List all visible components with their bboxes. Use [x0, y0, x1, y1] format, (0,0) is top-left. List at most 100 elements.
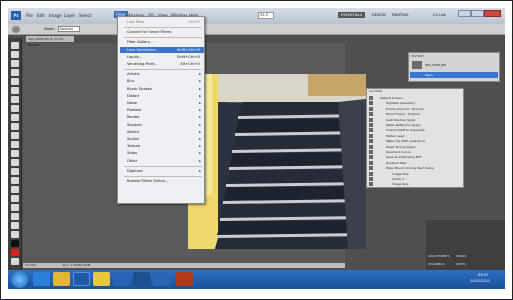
3d-rotate-tool-icon[interactable] — [11, 204, 19, 211]
clone-stamp-tool-icon[interactable] — [11, 114, 19, 121]
action-toggle-icon[interactable] — [369, 117, 373, 122]
shape-tool-icon[interactable] — [11, 195, 19, 202]
start-button[interactable] — [11, 271, 28, 288]
eraser-tool-icon[interactable] — [11, 132, 19, 139]
zoom-tool-icon[interactable] — [11, 231, 19, 238]
action-toggle-icon[interactable] — [369, 144, 373, 149]
action-toggle-icon[interactable] — [369, 106, 373, 111]
history-snapshot[interactable]: IMG_0908.JPG — [425, 63, 446, 67]
action-toggle-icon[interactable] — [369, 177, 373, 181]
action-toggle-icon[interactable] — [369, 155, 373, 160]
workspace-painting[interactable]: PAINTING — [392, 13, 408, 17]
quick-select-tool-icon[interactable] — [11, 69, 19, 76]
filter-menu-item[interactable]: Distort ▸ — [120, 93, 204, 99]
filter-menu-item[interactable]: Blur ▸ — [120, 78, 204, 84]
filter-menu-item[interactable]: Other ▸ — [120, 158, 204, 164]
gradient-tool-icon[interactable] — [11, 141, 19, 148]
tab-adjustments[interactable]: ADJUSTMENTS — [428, 254, 450, 258]
dodge-tool-icon[interactable] — [11, 159, 19, 166]
filter-menu-item[interactable]: Liquify... Shift+Ctrl+X — [120, 54, 204, 60]
action-row[interactable]: Image Size — [369, 181, 409, 187]
background-color-tool-icon[interactable] — [11, 249, 19, 256]
menu-edit[interactable]: Edit — [37, 13, 45, 18]
filter-menu-item[interactable]: Lens Correction... Shift+Ctrl+R — [120, 46, 204, 53]
word-icon[interactable] — [133, 272, 150, 286]
workspace-essentials[interactable]: ESSENTIALS — [338, 12, 366, 18]
tab-channels[interactable]: CHANNELS — [428, 262, 444, 266]
cs-live[interactable]: CS Live — [433, 13, 446, 17]
filter-menu-item[interactable]: Vanishing Point... Alt+Ctrl+V — [120, 61, 204, 67]
minimize-icon[interactable] — [458, 10, 471, 17]
action-toggle-icon[interactable] — [369, 123, 373, 127]
move-tool-icon[interactable] — [11, 42, 19, 49]
lasso-tool-icon[interactable] — [11, 60, 19, 67]
filter-menu-item[interactable]: Texture ▸ — [120, 143, 204, 149]
action-toggle-icon[interactable] — [369, 171, 373, 176]
quick-mask-tool-icon[interactable] — [11, 258, 19, 265]
chrome-icon[interactable] — [93, 272, 110, 286]
hand-tool-icon[interactable] — [11, 222, 19, 229]
filter-menu-item[interactable]: Brush Strokes ▸ — [120, 86, 204, 92]
action-toggle-icon[interactable] — [369, 112, 373, 117]
filter-menu-item[interactable]: Convert for Smart Filters — [120, 29, 204, 35]
tab-masks[interactable]: MASKS — [456, 254, 466, 258]
blur-tool-icon[interactable] — [11, 150, 19, 157]
close-icon[interactable] — [484, 10, 501, 17]
type-tool-icon[interactable] — [11, 177, 19, 184]
menu-image[interactable]: Image — [49, 13, 62, 18]
filter-menu-item[interactable]: Render ▸ — [120, 114, 204, 120]
zoom-level[interactable]: 33.3 — [258, 12, 274, 19]
filter-menu-item[interactable]: Sketch ▸ — [120, 129, 204, 135]
action-toggle-icon[interactable] — [369, 101, 373, 106]
action-toggle-icon[interactable] — [369, 139, 373, 144]
document-tab[interactable]: IMG_0908.JPG @ 33.3% (RGB/8) — [26, 36, 74, 47]
action-toggle-icon[interactable] — [369, 160, 373, 165]
crop-tool-icon[interactable] — [11, 78, 19, 85]
path-select-tool-icon[interactable] — [11, 186, 19, 193]
action-toggle-icon[interactable] — [369, 133, 373, 138]
history-brush-tool-icon[interactable] — [11, 123, 19, 130]
action-toggle-icon[interactable] — [369, 96, 373, 100]
filter-menu-item[interactable]: Filter Gallery... — [120, 39, 204, 45]
photoshop-taskbar-icon[interactable] — [153, 272, 170, 286]
explorer-icon[interactable] — [53, 272, 70, 286]
ie-icon[interactable] — [33, 272, 50, 286]
workspace-design[interactable]: DESIGN — [372, 13, 386, 17]
menu-file[interactable]: File — [26, 13, 33, 18]
maximize-icon[interactable] — [471, 10, 484, 17]
mode-select[interactable]: Normal — [58, 26, 80, 32]
history-state[interactable]: Open — [425, 73, 433, 77]
clock-time[interactable]: 09:47 — [478, 273, 488, 277]
filter-menu-item[interactable]: Video ▸ — [120, 150, 204, 156]
marquee-tool-icon[interactable] — [11, 51, 19, 58]
eyedropper-tool-icon[interactable] — [11, 87, 19, 94]
filter-menu-item[interactable]: Stylize ▸ — [120, 136, 204, 142]
media-player-icon[interactable] — [73, 272, 90, 286]
filter-menu-item[interactable]: Browse Filters Online... — [120, 178, 204, 184]
filter-menu-item[interactable]: Noise ▸ — [120, 100, 204, 106]
menu-select[interactable]: Select — [79, 13, 91, 18]
brush-preset-icon[interactable] — [12, 26, 20, 33]
window-controls[interactable] — [458, 10, 502, 18]
3d-orbit-tool-icon[interactable] — [11, 213, 19, 220]
foreground-color-tool-icon[interactable] — [11, 240, 19, 247]
action-toggle-icon[interactable] — [369, 150, 373, 154]
action-toggle-icon[interactable] — [369, 182, 373, 187]
filter-menu-item[interactable]: Digimarc ▸ — [120, 168, 204, 174]
pen-tool-icon[interactable] — [11, 168, 19, 175]
filter-menu-item[interactable]: Pixelate ▸ — [120, 107, 204, 113]
messenger-icon[interactable] — [113, 272, 130, 286]
filter-menu-item[interactable]: Artistic ▸ — [120, 71, 204, 77]
acrobat-icon[interactable] — [176, 272, 193, 286]
action-toggle-icon[interactable] — [369, 166, 373, 171]
history-state-row[interactable] — [410, 72, 498, 78]
status-zoom[interactable]: 33.33% — [25, 263, 36, 267]
brush-tool-icon[interactable] — [11, 105, 19, 112]
healing-tool-icon[interactable] — [11, 96, 19, 103]
filter-menu-item[interactable]: Last Filter Ctrl+F — [120, 19, 204, 25]
action-toggle-icon[interactable] — [369, 128, 373, 133]
tab-paths[interactable]: PATHS — [456, 262, 465, 266]
clock-date[interactable]: 24/02/2012 — [470, 279, 490, 283]
menu-layer[interactable]: Layer — [64, 13, 75, 18]
filter-menu-item[interactable]: Sharpen ▸ — [120, 122, 204, 128]
